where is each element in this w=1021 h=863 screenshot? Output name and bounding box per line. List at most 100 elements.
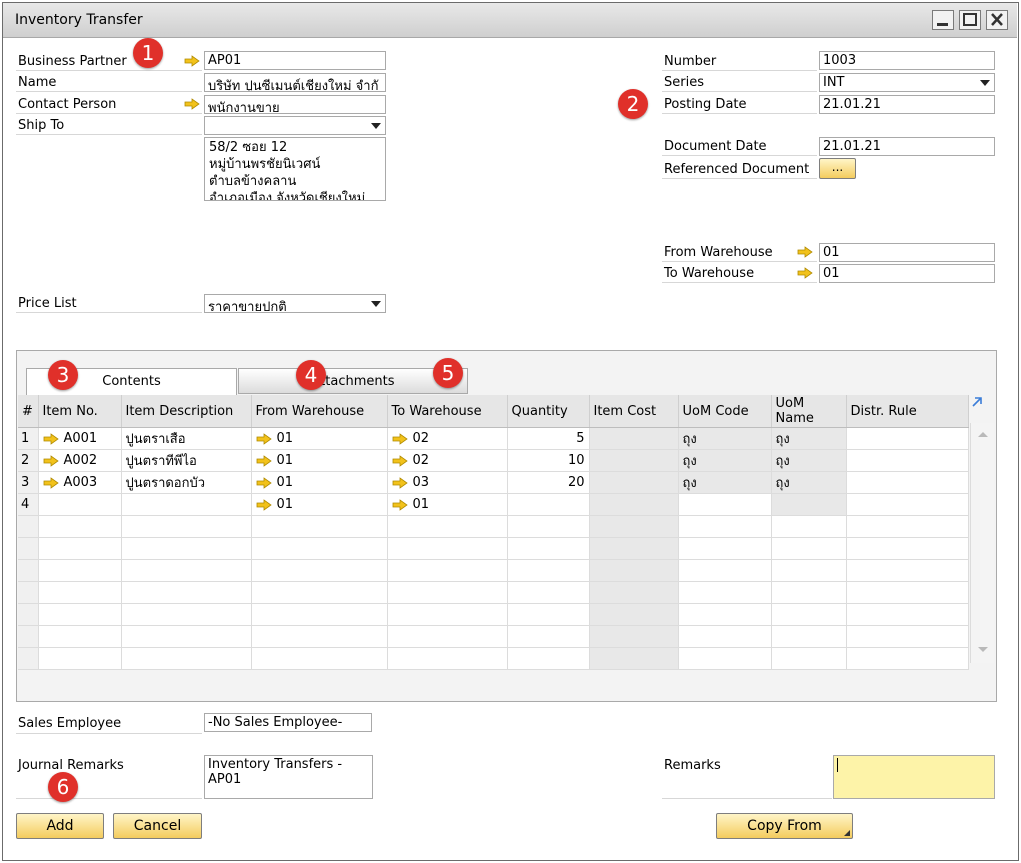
- table-cell-uom-code[interactable]: [678, 515, 772, 538]
- contact-person-field[interactable]: พนักงานขาย: [204, 95, 386, 114]
- table-cell-cost[interactable]: [589, 559, 679, 582]
- column-header[interactable]: From Warehouse: [251, 395, 388, 428]
- table-cell-to-wh[interactable]: 03: [387, 471, 508, 494]
- table-cell-desc[interactable]: [121, 603, 252, 626]
- table-row[interactable]: 3 A003 ปูนตราดอกบัว 01 03 20 ถุง ถุง: [18, 471, 969, 494]
- table-cell-qty[interactable]: [507, 559, 590, 582]
- expand-icon[interactable]: [970, 395, 984, 409]
- table-cell-cost[interactable]: [589, 493, 679, 516]
- table-cell-cost[interactable]: [589, 515, 679, 538]
- name-field[interactable]: บริษัท ปูนซีเมนต์เชียงใหม่ จำกั: [204, 73, 386, 92]
- table-cell-uom-code[interactable]: [678, 647, 772, 670]
- table-cell-desc[interactable]: ปูนตราทีพีไอ: [121, 449, 252, 472]
- column-header[interactable]: UoM Code: [678, 395, 772, 428]
- table-cell-desc[interactable]: [121, 515, 252, 538]
- sales-employee-select[interactable]: -No Sales Employee-: [204, 713, 372, 732]
- table-cell-to-wh[interactable]: [387, 515, 508, 538]
- series-select[interactable]: INT: [819, 73, 995, 92]
- table-cell-item-no[interactable]: [38, 647, 122, 670]
- table-cell-qty[interactable]: [507, 581, 590, 604]
- table-cell-distr[interactable]: [846, 647, 969, 670]
- table-cell-qty[interactable]: [507, 537, 590, 560]
- ship-to-address[interactable]: 58/2 ซอย 12 หมู่บ้านพรชัยนิเวศน์ ตำบลข้า…: [204, 137, 386, 201]
- table-cell-distr[interactable]: [846, 625, 969, 648]
- table-cell-distr[interactable]: [846, 559, 969, 582]
- table-cell-uom-code[interactable]: ถุง: [678, 449, 772, 472]
- link-arrow-icon[interactable]: [256, 432, 272, 445]
- table-cell-desc[interactable]: ปูนตราเสือ: [121, 427, 252, 450]
- table-cell-cost[interactable]: [589, 471, 679, 494]
- table-cell-qty[interactable]: 5: [507, 427, 590, 450]
- table-cell-uom-code[interactable]: [678, 581, 772, 604]
- table-cell-qty[interactable]: 10: [507, 449, 590, 472]
- table-row[interactable]: 4 01 01: [18, 493, 969, 516]
- link-arrow-icon[interactable]: [256, 498, 272, 511]
- table-cell-uom-code[interactable]: [678, 603, 772, 626]
- table-cell-to-wh[interactable]: [387, 625, 508, 648]
- table-cell-from-wh[interactable]: [251, 581, 388, 604]
- table-cell-from-wh[interactable]: [251, 625, 388, 648]
- table-cell-uom-code[interactable]: [678, 537, 772, 560]
- number-field[interactable]: 1003: [819, 51, 995, 70]
- table-cell-uom-code[interactable]: [678, 559, 772, 582]
- table-cell-qty[interactable]: [507, 647, 590, 670]
- table-cell-item-no[interactable]: [38, 559, 122, 582]
- table-cell-item-no[interactable]: A001: [38, 427, 122, 450]
- link-arrow-icon[interactable]: [392, 432, 408, 445]
- table-cell-to-wh[interactable]: [387, 647, 508, 670]
- table-cell-distr[interactable]: [846, 515, 969, 538]
- table-cell-item-no[interactable]: A003: [38, 471, 122, 494]
- table-cell-distr[interactable]: [846, 427, 969, 450]
- table-row[interactable]: [18, 515, 969, 538]
- cancel-button[interactable]: Cancel: [113, 813, 202, 839]
- table-cell-qty[interactable]: [507, 603, 590, 626]
- table-cell-from-wh[interactable]: 01: [251, 427, 388, 450]
- column-header[interactable]: Item Description: [121, 395, 252, 428]
- link-arrow-icon[interactable]: [392, 498, 408, 511]
- table-cell-from-wh[interactable]: 01: [251, 493, 388, 516]
- table-cell-distr[interactable]: [846, 449, 969, 472]
- table-row[interactable]: [18, 647, 969, 670]
- link-arrow-icon[interactable]: [43, 432, 59, 445]
- table-cell-from-wh[interactable]: 01: [251, 449, 388, 472]
- table-cell-item-no[interactable]: [38, 537, 122, 560]
- table-row[interactable]: [18, 537, 969, 560]
- table-cell-item-no[interactable]: [38, 493, 122, 516]
- table-cell-uom-name[interactable]: [771, 603, 847, 626]
- table-cell-uom-code[interactable]: [678, 625, 772, 648]
- link-arrow-icon[interactable]: [256, 476, 272, 489]
- column-header[interactable]: #: [18, 395, 39, 428]
- link-arrow-icon[interactable]: [43, 454, 59, 467]
- table-cell-from-wh[interactable]: [251, 647, 388, 670]
- table-cell-to-wh[interactable]: [387, 581, 508, 604]
- table-cell-desc[interactable]: [121, 493, 252, 516]
- table-cell-to-wh[interactable]: [387, 603, 508, 626]
- table-row[interactable]: [18, 559, 969, 582]
- table-cell-qty[interactable]: [507, 515, 590, 538]
- table-cell-to-wh[interactable]: 02: [387, 427, 508, 450]
- table-cell-uom-code[interactable]: [678, 493, 772, 516]
- table-cell-distr[interactable]: [846, 493, 969, 516]
- table-cell-item-no[interactable]: [38, 625, 122, 648]
- column-header[interactable]: Quantity: [507, 395, 590, 428]
- table-cell-item-no[interactable]: A002: [38, 449, 122, 472]
- link-arrow-icon[interactable]: [797, 246, 813, 258]
- table-cell-from-wh[interactable]: [251, 515, 388, 538]
- table-cell-to-wh[interactable]: [387, 537, 508, 560]
- column-header[interactable]: Distr. Rule: [846, 395, 969, 428]
- business-partner-field[interactable]: AP01: [204, 51, 386, 70]
- maximize-button[interactable]: [959, 10, 981, 30]
- add-button[interactable]: Add: [16, 813, 104, 839]
- column-header[interactable]: To Warehouse: [387, 395, 508, 428]
- table-cell-from-wh[interactable]: [251, 603, 388, 626]
- table-row[interactable]: 1 A001 ปูนตราเสือ 01 02 5 ถุง ถุง: [18, 427, 969, 450]
- price-list-select[interactable]: ราคาขายปกติ: [204, 294, 386, 313]
- table-cell-qty[interactable]: [507, 493, 590, 516]
- link-arrow-icon[interactable]: [184, 55, 200, 67]
- journal-remarks-field[interactable]: Inventory Transfers - AP01: [204, 755, 373, 799]
- referenced-document-button[interactable]: ...: [819, 158, 856, 179]
- table-cell-uom-name[interactable]: ถุง: [771, 427, 847, 450]
- table-cell-uom-name[interactable]: [771, 625, 847, 648]
- link-arrow-icon[interactable]: [797, 267, 813, 279]
- table-cell-cost[interactable]: [589, 625, 679, 648]
